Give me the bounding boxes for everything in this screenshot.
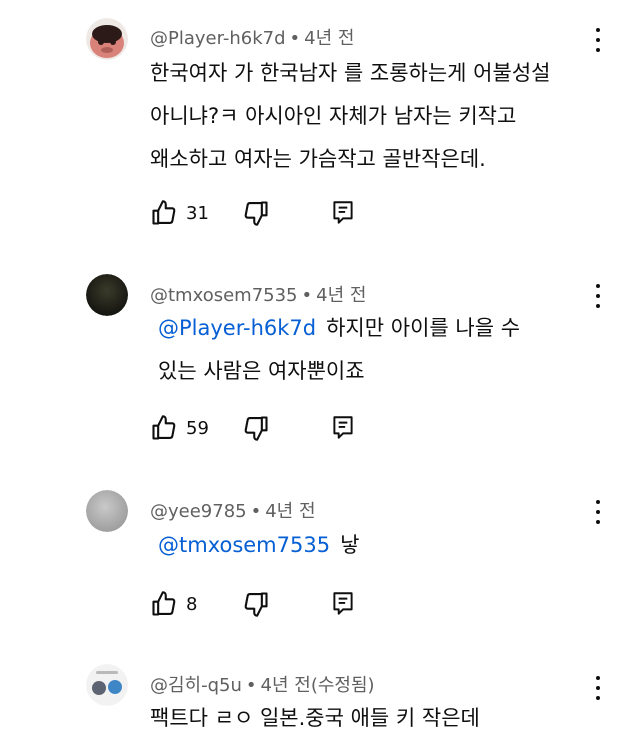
more-vertical-icon[interactable] bbox=[588, 498, 608, 526]
comment-actions: 8 bbox=[150, 589, 356, 619]
like-count: 31 bbox=[186, 202, 209, 224]
comment-body: 낳 bbox=[340, 533, 360, 557]
comment-text: 팩트다 ㄹㅇ 일본.중국 애들 키 작은데 bbox=[150, 697, 590, 740]
reply-button[interactable] bbox=[330, 590, 356, 618]
author-handle[interactable]: @yee9785 bbox=[150, 501, 247, 522]
like-button[interactable]: 31 bbox=[150, 199, 242, 227]
more-vertical-icon[interactable] bbox=[588, 282, 608, 310]
thumbs-up-icon bbox=[152, 200, 176, 225]
like-button[interactable]: 59 bbox=[150, 414, 242, 442]
thumbs-down-icon bbox=[244, 201, 268, 226]
author-handle[interactable]: @tmxosem7535 bbox=[150, 285, 298, 306]
comment-time: 4년 전 bbox=[316, 285, 367, 306]
like-count: 8 bbox=[186, 593, 198, 615]
comment-actions: 31 bbox=[150, 198, 356, 228]
thumbs-up-icon bbox=[152, 591, 176, 616]
avatar[interactable] bbox=[86, 274, 128, 316]
like-button[interactable]: 8 bbox=[150, 590, 242, 618]
comment-text: @tmxosem7535 낳 bbox=[158, 524, 598, 567]
thumbs-down-icon bbox=[244, 416, 268, 441]
comment-time: 4년 전 bbox=[265, 501, 316, 522]
comment-meta: @tmxosem7535 • 4년 전 bbox=[150, 285, 367, 306]
comment-body: 팩트다 ㄹㅇ 일본.중국 애들 키 작은데 bbox=[150, 706, 480, 730]
like-count: 59 bbox=[186, 417, 209, 439]
more-vertical-icon[interactable] bbox=[588, 674, 608, 702]
dislike-button[interactable] bbox=[242, 414, 270, 442]
comment-meta: @yee9785 • 4년 전 bbox=[150, 501, 316, 522]
mention-link[interactable]: @tmxosem7535 bbox=[158, 533, 330, 557]
thumbs-up-icon bbox=[152, 415, 176, 440]
avatar[interactable] bbox=[86, 490, 128, 532]
reply-button[interactable] bbox=[330, 199, 356, 227]
avatar[interactable] bbox=[86, 664, 128, 706]
author-handle[interactable]: @Player-h6k7d bbox=[150, 28, 286, 49]
comment-text: 한국여자 가 한국남자 를 조롱하는게 어불성설 아니냐?ㅋ 아시아인 자체가 … bbox=[150, 52, 590, 181]
author-handle[interactable]: @김히-q5u bbox=[150, 675, 242, 696]
comment-text: @Player-h6k7d 하지만 아이를 나을 수 있는 사람은 여자뿐이죠 bbox=[158, 307, 598, 393]
dislike-button[interactable] bbox=[242, 590, 270, 618]
avatar[interactable] bbox=[86, 18, 128, 60]
thumbs-down-icon bbox=[244, 592, 268, 617]
comment-meta: @Player-h6k7d • 4년 전 bbox=[150, 28, 355, 49]
reply-icon bbox=[333, 592, 353, 615]
reply-icon bbox=[333, 416, 353, 439]
edited-label: (수정됨) bbox=[310, 675, 375, 696]
comment-meta: @김히-q5u • 4년 전(수정됨) bbox=[150, 675, 375, 696]
comment-body: 한국여자 가 한국남자 를 조롱하는게 어불성설 아니냐?ㅋ 아시아인 자체가 … bbox=[150, 61, 551, 171]
reply-icon bbox=[333, 201, 353, 224]
dislike-button[interactable] bbox=[242, 199, 270, 227]
comment-time: 4년 전 bbox=[260, 675, 311, 696]
comment-time: 4년 전 bbox=[304, 28, 355, 49]
comment-actions: 59 bbox=[150, 413, 356, 443]
more-vertical-icon[interactable] bbox=[588, 26, 608, 54]
reply-button[interactable] bbox=[330, 414, 356, 442]
mention-link[interactable]: @Player-h6k7d bbox=[158, 316, 316, 340]
